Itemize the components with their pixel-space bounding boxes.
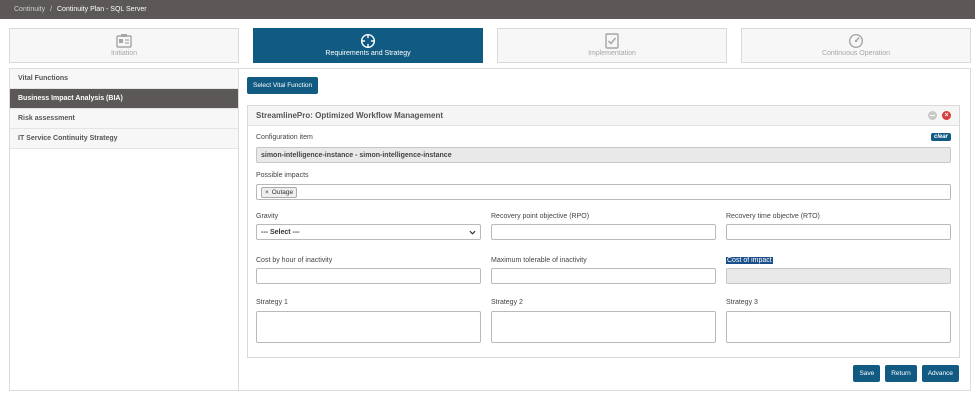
cost-impact-label: Cost of impact bbox=[726, 257, 773, 264]
step-label: Implementation bbox=[588, 50, 636, 57]
cost-hour-input[interactable] bbox=[256, 268, 481, 284]
main-content: Select Vital Function StreamlinePro: Opt… bbox=[239, 68, 971, 391]
wizard-steps: Initiation Requirements and Strategy Imp… bbox=[9, 28, 971, 63]
advance-button[interactable]: Advance bbox=[921, 365, 959, 382]
strategy2-textarea[interactable] bbox=[491, 311, 716, 343]
footer-actions: Save Return Advance bbox=[850, 365, 959, 382]
panel-title: StreamlinePro: Optimized Workflow Manage… bbox=[256, 111, 443, 120]
sidebar-item-bia[interactable]: Business Impact Analysis (BIA) bbox=[10, 89, 238, 109]
step-label: Requirements and Strategy bbox=[325, 50, 411, 57]
remove-tag-icon[interactable]: × bbox=[265, 189, 269, 196]
gravity-selected-value: --- Select --- bbox=[261, 229, 300, 236]
vital-function-panel: StreamlinePro: Optimized Workflow Manage… bbox=[247, 105, 960, 358]
strategy1-label: Strategy 1 bbox=[256, 299, 288, 306]
top-breadcrumb-bar: Continuity / Continuity Plan - SQL Serve… bbox=[0, 0, 975, 19]
sidebar-item-vital-functions[interactable]: Vital Functions bbox=[10, 69, 238, 89]
strategy3-label: Strategy 3 bbox=[726, 299, 758, 306]
step-label: Initiation bbox=[110, 50, 138, 57]
step-requirements-strategy[interactable]: Requirements and Strategy bbox=[253, 28, 483, 63]
close-icon[interactable]: × bbox=[942, 111, 951, 120]
step-implementation[interactable]: Implementation bbox=[497, 28, 727, 63]
save-button[interactable]: Save bbox=[853, 365, 881, 382]
step-initiation[interactable]: Initiation bbox=[9, 28, 239, 63]
strategy2-label: Strategy 2 bbox=[491, 299, 523, 306]
rto-label: Recovery time objectve (RTO) bbox=[726, 213, 820, 220]
strategy1-textarea[interactable] bbox=[256, 311, 481, 343]
max-tolerable-label: Maximum tolerable of inactivity bbox=[491, 257, 587, 264]
step-label: Continuous Operation bbox=[821, 50, 891, 57]
gauge-icon bbox=[848, 33, 864, 49]
sidebar-nav: Vital Functions Business Impact Analysis… bbox=[9, 68, 239, 391]
breadcrumb-root-link[interactable]: Continuity bbox=[14, 6, 45, 13]
cost-impact-field bbox=[726, 268, 951, 284]
collapse-icon[interactable] bbox=[928, 111, 937, 120]
panel-header: StreamlinePro: Optimized Workflow Manage… bbox=[248, 106, 959, 126]
sidebar-item-risk-assessment[interactable]: Risk assessment bbox=[10, 109, 238, 129]
step-continuous-operation[interactable]: Continuous Operation bbox=[741, 28, 971, 63]
config-item-field: simon-intelligence-instance - simon-inte… bbox=[256, 147, 951, 163]
return-button[interactable]: Return bbox=[885, 365, 917, 382]
select-vital-function-button[interactable]: Select Vital Function bbox=[247, 77, 319, 94]
strategy3-textarea[interactable] bbox=[726, 311, 951, 343]
breadcrumb-separator: / bbox=[50, 6, 53, 13]
possible-impacts-label: Possible impacts bbox=[256, 172, 309, 179]
chevron-down-icon bbox=[469, 230, 476, 235]
config-item-label: Configuration item bbox=[256, 134, 313, 141]
clear-button[interactable]: clear bbox=[930, 133, 951, 141]
rto-input[interactable] bbox=[726, 224, 951, 240]
gravity-select[interactable]: --- Select --- bbox=[256, 224, 481, 240]
gravity-label: Gravity bbox=[256, 213, 279, 220]
rpo-input[interactable] bbox=[491, 224, 716, 240]
possible-impacts-field[interactable]: × Outage bbox=[256, 184, 951, 200]
cost-hour-label: Cost by hour of inactivity bbox=[256, 257, 333, 264]
target-icon bbox=[360, 33, 376, 49]
rpo-label: Recovery point objective (RPO) bbox=[491, 213, 590, 220]
max-tolerable-input[interactable] bbox=[491, 268, 716, 284]
impact-tag: × Outage bbox=[261, 187, 298, 198]
sidebar-item-it-continuity-strategy[interactable]: IT Service Continuity Strategy bbox=[10, 129, 238, 149]
id-card-icon bbox=[116, 34, 132, 48]
breadcrumb-current: Continuity Plan - SQL Server bbox=[57, 6, 147, 13]
impact-tag-label: Outage bbox=[271, 189, 294, 196]
checklist-icon bbox=[605, 33, 619, 49]
